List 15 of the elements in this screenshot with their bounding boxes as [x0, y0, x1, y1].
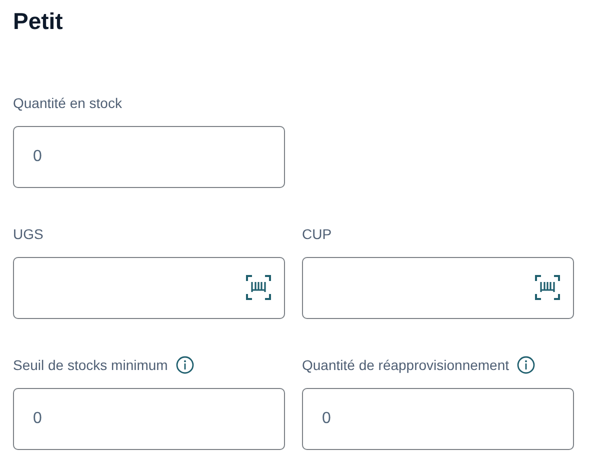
field-label: UGS	[13, 226, 44, 242]
field-label: CUP	[302, 226, 332, 242]
input-field[interactable]	[13, 257, 285, 319]
field-label: Quantité en stock	[13, 95, 122, 111]
field-label: Quantité de réapprovisionnement	[302, 357, 510, 373]
section-title: Petit	[13, 7, 63, 36]
input-field[interactable]: 0	[13, 126, 285, 188]
barcode-scan-icon[interactable]	[535, 275, 560, 300]
barcode-scan-icon[interactable]	[246, 275, 271, 300]
field-label: Seuil de stocks minimum	[13, 357, 168, 373]
info-icon[interactable]	[176, 356, 194, 374]
input-field[interactable]: 0	[13, 388, 285, 450]
input-field[interactable]: 0	[302, 388, 574, 450]
info-icon[interactable]	[517, 356, 536, 374]
input-field[interactable]	[302, 257, 574, 319]
